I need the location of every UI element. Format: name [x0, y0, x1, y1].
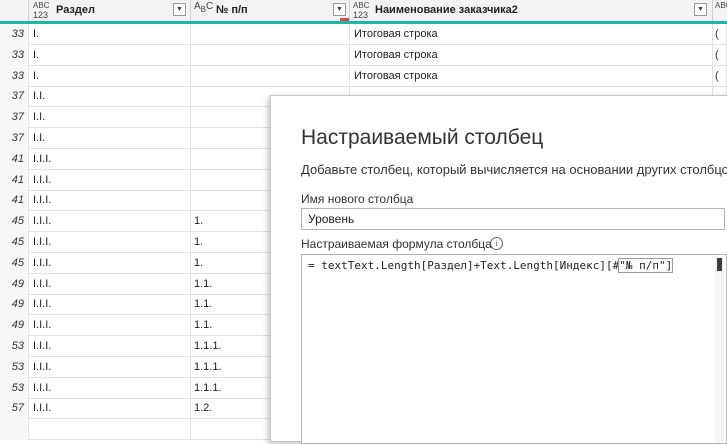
row-number-cell: 53: [0, 336, 29, 357]
razdel-cell[interactable]: I.I.I.: [29, 273, 191, 295]
npp-cell[interactable]: [191, 65, 350, 87]
row-number-cell: [0, 419, 29, 441]
table-row[interactable]: 33 I. Итоговая строка(: [0, 44, 727, 66]
type-any-icon[interactable]: ABC 123: [33, 2, 49, 21]
filter-dropdown-icon[interactable]: ▼: [173, 3, 186, 16]
custom-column-dialog: Настраиваемый столбец Добавьте столбец, …: [270, 95, 727, 444]
row-number-cell: 57: [0, 398, 29, 420]
row-number-cell: 53: [0, 377, 29, 399]
razdel-cell[interactable]: I.I.I.: [29, 190, 191, 212]
npp-cell[interactable]: [191, 24, 350, 45]
formula-scroll-thumb[interactable]: [717, 258, 722, 271]
razdel-cell[interactable]: I.I.I.: [29, 336, 191, 357]
next-column-cell[interactable]: (: [713, 44, 727, 66]
row-number-cell: 37: [0, 86, 29, 108]
row-number-cell: 37: [0, 128, 29, 149]
filter-dropdown-icon[interactable]: ▼: [694, 3, 707, 16]
row-number-cell: 33: [0, 24, 29, 45]
row-number-cell: 33: [0, 44, 29, 66]
razdel-cell[interactable]: I.I.: [29, 107, 191, 129]
next-column-cell[interactable]: (: [713, 24, 727, 45]
razdel-cell[interactable]: I.I.I.: [29, 398, 191, 420]
formula-label: Настраиваемая формула столбца: [301, 237, 492, 251]
row-number-cell: 53: [0, 356, 29, 378]
formula-scrollbar[interactable]: [715, 257, 724, 443]
column-header-next[interactable]: ABC: [713, 0, 727, 21]
row-number-cell: 45: [0, 232, 29, 253]
new-column-name-input[interactable]: [301, 208, 725, 230]
razdel-cell[interactable]: [29, 419, 191, 441]
row-number-cell: 49: [0, 315, 29, 337]
column-header-npp[interactable]: ABC № п/п ▼: [191, 0, 350, 21]
new-column-name-label: Имя нового столбца: [301, 192, 414, 206]
razdel-cell[interactable]: I.I.I.: [29, 148, 191, 170]
filter-dropdown-icon[interactable]: ▼: [333, 3, 346, 16]
row-number-cell: 49: [0, 294, 29, 316]
type-any-icon[interactable]: ABC 123: [353, 2, 369, 21]
row-number-cell: 37: [0, 107, 29, 129]
row-number-cell: 41: [0, 169, 29, 191]
razdel-cell[interactable]: I.I.: [29, 128, 191, 149]
type-text-icon[interactable]: ABC: [194, 2, 213, 14]
row-number-cell: 33: [0, 65, 29, 87]
type-any-icon[interactable]: ABC: [715, 2, 727, 10]
razdel-cell[interactable]: I.I.I.: [29, 211, 191, 233]
row-number-cell: 41: [0, 190, 29, 212]
column-header-name[interactable]: ABC 123 Наименование заказчика2 ▼: [350, 0, 713, 21]
row-number-cell: 41: [0, 148, 29, 170]
row-number-cell: 45: [0, 252, 29, 274]
column-label: № п/п: [216, 4, 248, 16]
grid-header: ABC 123 Раздел ▼ ABC № п/п ▼ ABC 123 Наи…: [0, 0, 727, 22]
customer-name-cell[interactable]: Итоговая строка: [350, 44, 713, 66]
razdel-cell[interactable]: I.I.I.: [29, 232, 191, 253]
row-number-header: [0, 0, 29, 21]
customer-name-cell[interactable]: Итоговая строка: [350, 65, 713, 87]
table-row[interactable]: 33 I. Итоговая строка(: [0, 24, 727, 45]
customer-name-cell[interactable]: Итоговая строка: [350, 24, 713, 45]
column-label: Раздел: [56, 4, 95, 16]
razdel-cell[interactable]: I.I.I.: [29, 252, 191, 274]
bracket-match-highlight: [618, 258, 673, 273]
razdel-cell[interactable]: I.: [29, 65, 191, 87]
next-column-cell[interactable]: (: [713, 65, 727, 87]
razdel-cell[interactable]: I.I.I.: [29, 169, 191, 191]
razdel-cell[interactable]: I.I.I.: [29, 377, 191, 399]
razdel-cell[interactable]: I.I.: [29, 86, 191, 108]
razdel-cell[interactable]: I.I.I.: [29, 315, 191, 337]
razdel-cell[interactable]: I.: [29, 44, 191, 66]
razdel-cell[interactable]: I.I.I.: [29, 356, 191, 378]
column-header-razdel[interactable]: ABC 123 Раздел ▼: [29, 0, 191, 21]
row-number-cell: 45: [0, 211, 29, 233]
table-row[interactable]: 33 I. Итоговая строка(: [0, 65, 727, 87]
column-label: Наименование заказчика2: [375, 4, 518, 16]
formula-editor[interactable]: = textText.Length[Раздел]+Text.Length[Ин…: [301, 254, 727, 444]
npp-cell[interactable]: [191, 44, 350, 66]
dialog-description: Добавьте столбец, который вычисляется на…: [301, 162, 727, 177]
row-number-cell: 49: [0, 273, 29, 295]
dialog-title: Настраиваемый столбец: [301, 126, 544, 149]
razdel-cell[interactable]: I.I.I.: [29, 294, 191, 316]
info-icon[interactable]: i: [490, 237, 503, 250]
razdel-cell[interactable]: I.: [29, 24, 191, 45]
